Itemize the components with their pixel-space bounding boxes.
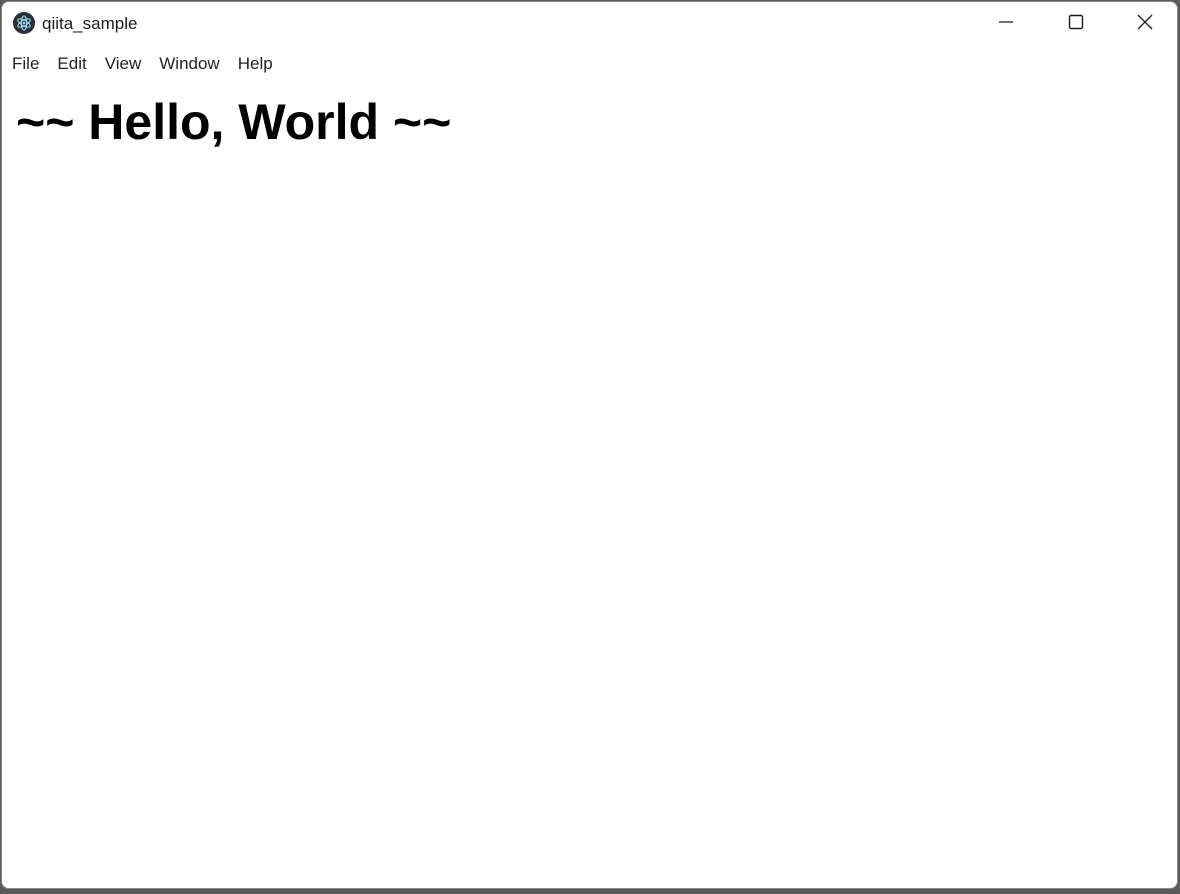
menu-window[interactable]: Window [150, 48, 228, 80]
window-title: qiita_sample [42, 14, 138, 33]
menu-help[interactable]: Help [229, 48, 282, 80]
menu-file[interactable]: File [2, 48, 48, 80]
maximize-icon [1067, 13, 1085, 36]
menu-edit[interactable]: Edit [48, 48, 95, 80]
minimize-icon [997, 13, 1015, 36]
close-button[interactable] [1110, 2, 1177, 46]
menu-bar: File Edit View Window Help [2, 48, 1177, 80]
menu-view[interactable]: View [96, 48, 151, 80]
page-heading: ~~ Hello, World ~~ [16, 94, 452, 150]
close-icon [1136, 13, 1154, 36]
title-bar[interactable]: qiita_sample [2, 2, 1177, 46]
page-content: ~~ Hello, World ~~ [2, 82, 1177, 888]
app-window: qiita_sample File Edit View Window Help … [1, 1, 1178, 889]
electron-app-icon [13, 12, 35, 34]
minimize-button[interactable] [971, 2, 1041, 46]
maximize-button[interactable] [1041, 2, 1111, 46]
